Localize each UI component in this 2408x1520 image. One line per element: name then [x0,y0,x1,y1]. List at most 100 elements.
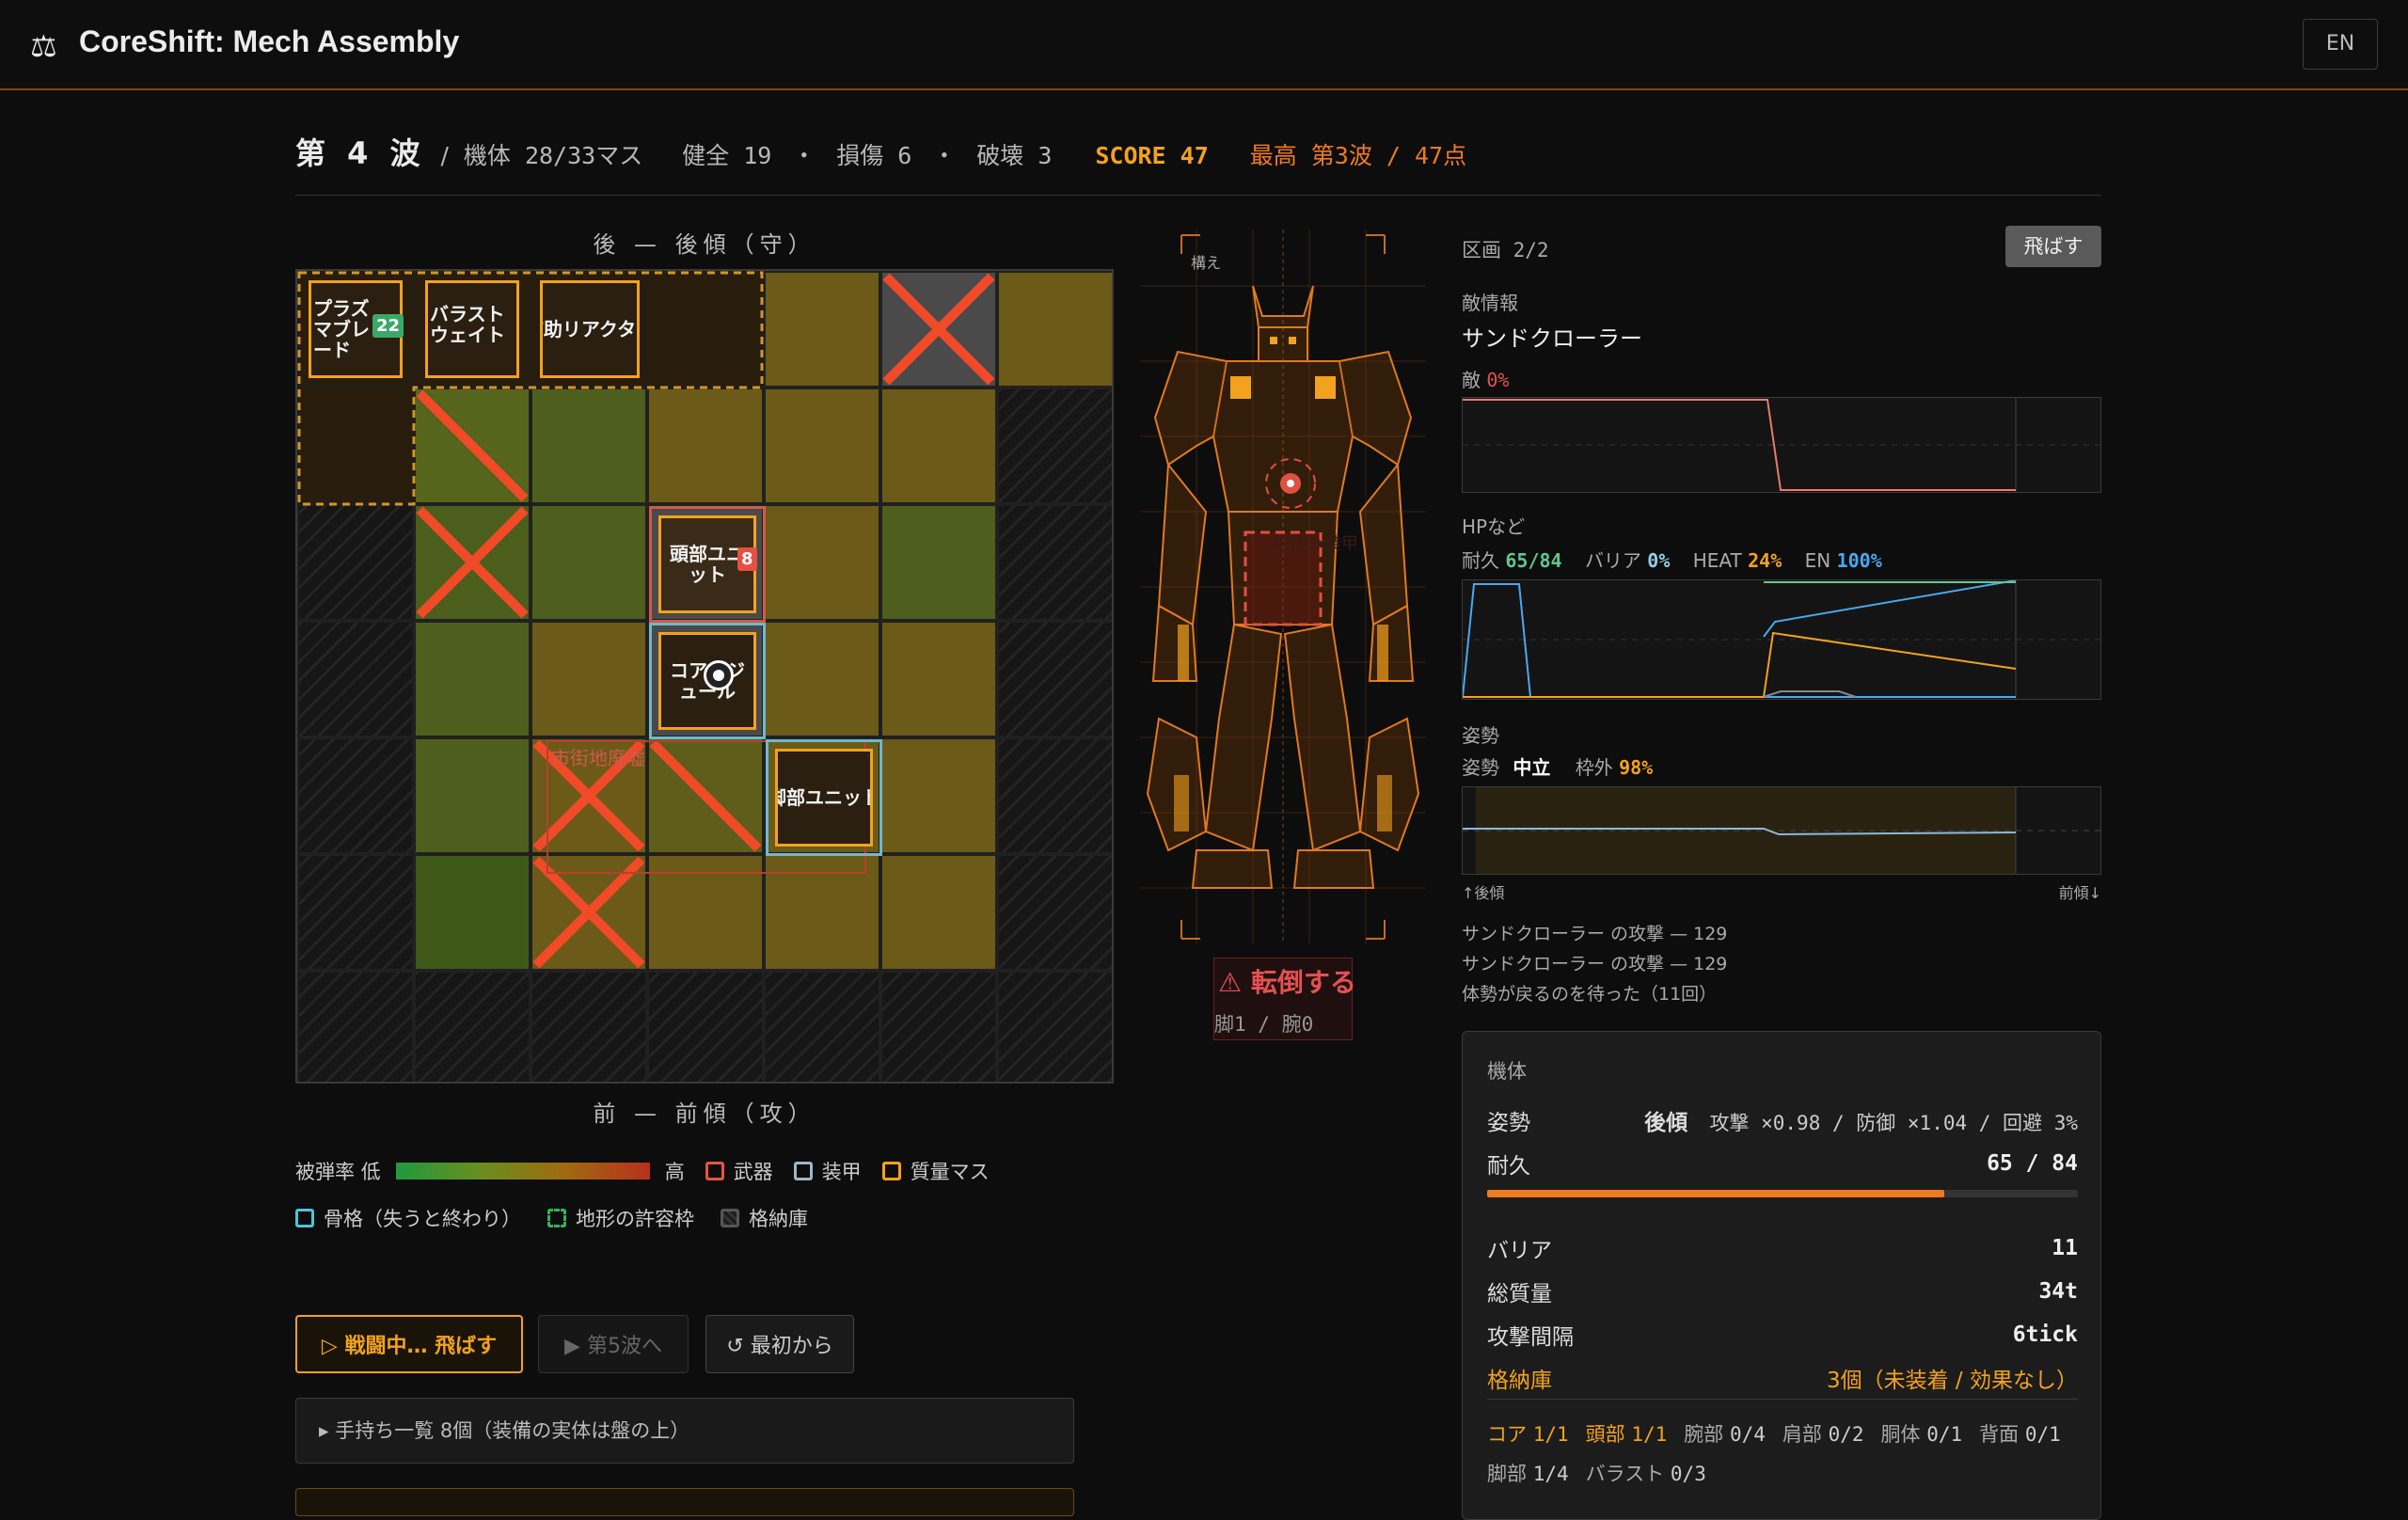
stat-label: 攻撃間隔 [1487,1325,1574,1350]
topple-label: ⚠ 転倒する [1218,967,1356,998]
grid-cell[interactable] [647,388,764,504]
hp-chart [1462,579,2101,700]
slot-count: 胴体 0/1 [1880,1423,1963,1446]
stance-mode: 後傾 [1644,1111,1688,1135]
status-dot: ・ [792,142,816,169]
en-label: EN [1804,549,1831,572]
stat-value: 11 [2052,1236,2078,1260]
slot-count: コア 1/1 [1487,1423,1569,1446]
grid-cell[interactable] [297,504,414,621]
grid-cell[interactable] [764,271,880,388]
grid-cell[interactable] [297,621,414,737]
legend: 被弾率 低 高 武器 装甲 質量マス 骨格（失うと終わり） 地形の許容枠 格納庫 [295,1148,990,1242]
hp-readout: 耐久 65/84 バリア 0% HEAT 24% EN 100% [1462,546,1882,573]
grid-cell[interactable] [414,854,531,971]
restart-button[interactable]: ↺ 最初から [705,1315,854,1373]
grid-cell[interactable] [297,971,414,1082]
durability-label: 耐久 [1462,549,1499,572]
grid-cell[interactable] [764,971,880,1082]
grid-cell[interactable] [297,854,414,971]
stance-modifiers: 攻撃 ×0.98 / 防御 ×1.04 / 回避 3% [1709,1112,2078,1134]
enemy-hp-chart [1462,397,2101,493]
score: SCORE 47 [1095,142,1209,169]
board-bottom-label: 前 — 前傾（攻） [593,1100,816,1127]
skip-button[interactable]: 飛ばす [2005,226,2101,267]
grid-cell[interactable] [764,621,880,737]
grid-cell[interactable] [880,737,997,854]
grid-cell[interactable] [414,737,531,854]
stance-heading: 姿勢 [1462,724,1499,747]
grid-cell[interactable] [880,971,997,1082]
stat-stance-detail: 後傾 攻撃 ×0.98 / 防御 ×1.04 / 回避 3% [1644,1104,2078,1136]
mass-swatch [881,1162,901,1180]
legend-storage: 格納庫 [749,1208,808,1230]
app-title: CoreShift: Mech Assembly [79,24,460,58]
grid-cell[interactable] [531,971,647,1082]
slot-count: 肩部 0/2 [1782,1423,1864,1446]
language-toggle-button[interactable]: EN [2303,19,2378,70]
legend-hit-rate-high: 高 [664,1161,685,1183]
grid-cell[interactable] [997,504,1112,621]
stat-label: バリア [1487,1239,1552,1263]
terrain-label: 市街地廃墟 [551,747,645,769]
heat-label: HEAT [1692,549,1742,572]
enemy-pct-value: 0% [1486,369,1510,391]
topple-detail: 脚1 / 腕0 [1214,1013,1314,1036]
grid-cell[interactable] [880,621,997,737]
grid-cell[interactable] [997,388,1112,504]
grid-cell[interactable] [997,271,1112,388]
enemy-info-heading: 敵情報 [1462,292,1518,314]
status-dot: ・ [932,142,957,169]
hand-list-toggle[interactable]: ▸ 手持ち一覧 8個（装備の実体は盤の上） [295,1398,1074,1464]
stat-label: 耐久 [1487,1154,1530,1179]
piece-leg-unit[interactable]: 脚部ユニット [775,749,873,847]
grid-cell[interactable] [531,388,647,504]
grid-cell[interactable] [764,504,880,621]
grid-cell[interactable] [764,388,880,504]
battle-skip-button[interactable]: ▷ 戦闘中… 飛ばす [295,1315,523,1373]
legend-terrain: 地形の許容枠 [576,1208,694,1230]
grid-cell[interactable] [414,971,531,1082]
next-wave-button[interactable]: ▶ 第5波へ [538,1315,689,1373]
mech-stats-card: 機体 姿勢 後傾 攻撃 ×0.98 / 防御 ×1.04 / 回避 3% 耐久 … [1462,1031,2101,1520]
grid-cell[interactable] [531,504,647,621]
wave-number: 第 4 波 [295,135,426,171]
stat-interval: 攻撃間隔 6tick [1487,1316,2078,1354]
piece-level-badge: 22 [372,314,404,338]
section-counter: 区画 2/2 [1462,239,1549,261]
stat-label: 姿勢 [1487,1111,1530,1135]
grid-cell[interactable] [297,737,414,854]
durability-bar-fill [1487,1190,1945,1197]
battle-log-line: 体勢が戻るのを待った（11回） [1462,984,1718,1005]
status-separator: / [440,142,449,169]
grid-cell[interactable] [647,971,764,1082]
stance-chart [1462,786,2101,875]
armor-overlay-label: 中国外装甲 [1274,534,1358,554]
grid-cell[interactable] [880,388,997,504]
assembly-grid[interactable]: 市街地廃墟 プラズマブレード 22 バラストウェイト 補助リアクター 頭部ユニッ… [295,269,1114,1084]
piece-label: 頭部ユニット [670,543,745,586]
grid-cell[interactable] [880,504,997,621]
hand-panel-edge [295,1488,1074,1516]
durability-bar [1487,1190,2078,1197]
topple-warning: ⚠ 転倒する 脚1 / 腕0 [1213,958,1356,1040]
heat-value: 24% [1748,549,1782,572]
enemy-pct: 敵 0% [1462,365,1509,392]
slot-count: 脚部 1/4 [1487,1463,1569,1485]
grid-cell[interactable] [997,621,1112,737]
grid-cell[interactable] [997,971,1112,1082]
stat-value: 34t [2038,1279,2078,1304]
grid-cell[interactable] [997,854,1112,971]
piece-ballast-weight[interactable]: バラストウェイト [425,280,519,378]
balance-scale-icon: ⚖ [30,28,57,64]
piece-aux-reactor[interactable]: 補助リアクター [540,280,640,378]
grid-cell[interactable] [880,854,997,971]
grid-cell[interactable] [531,621,647,737]
grid-cell[interactable] [414,621,531,737]
stat-durability: 耐久 65 / 84 [1487,1145,2078,1182]
barrier-label: バリア [1584,549,1641,572]
stat-stance: 姿勢 後傾 攻撃 ×0.98 / 防御 ×1.04 / 回避 3% [1487,1101,2078,1139]
grid-cell[interactable] [997,737,1112,854]
enemy-pct-label: 敵 [1462,369,1481,391]
terrain-swatch [547,1209,566,1227]
